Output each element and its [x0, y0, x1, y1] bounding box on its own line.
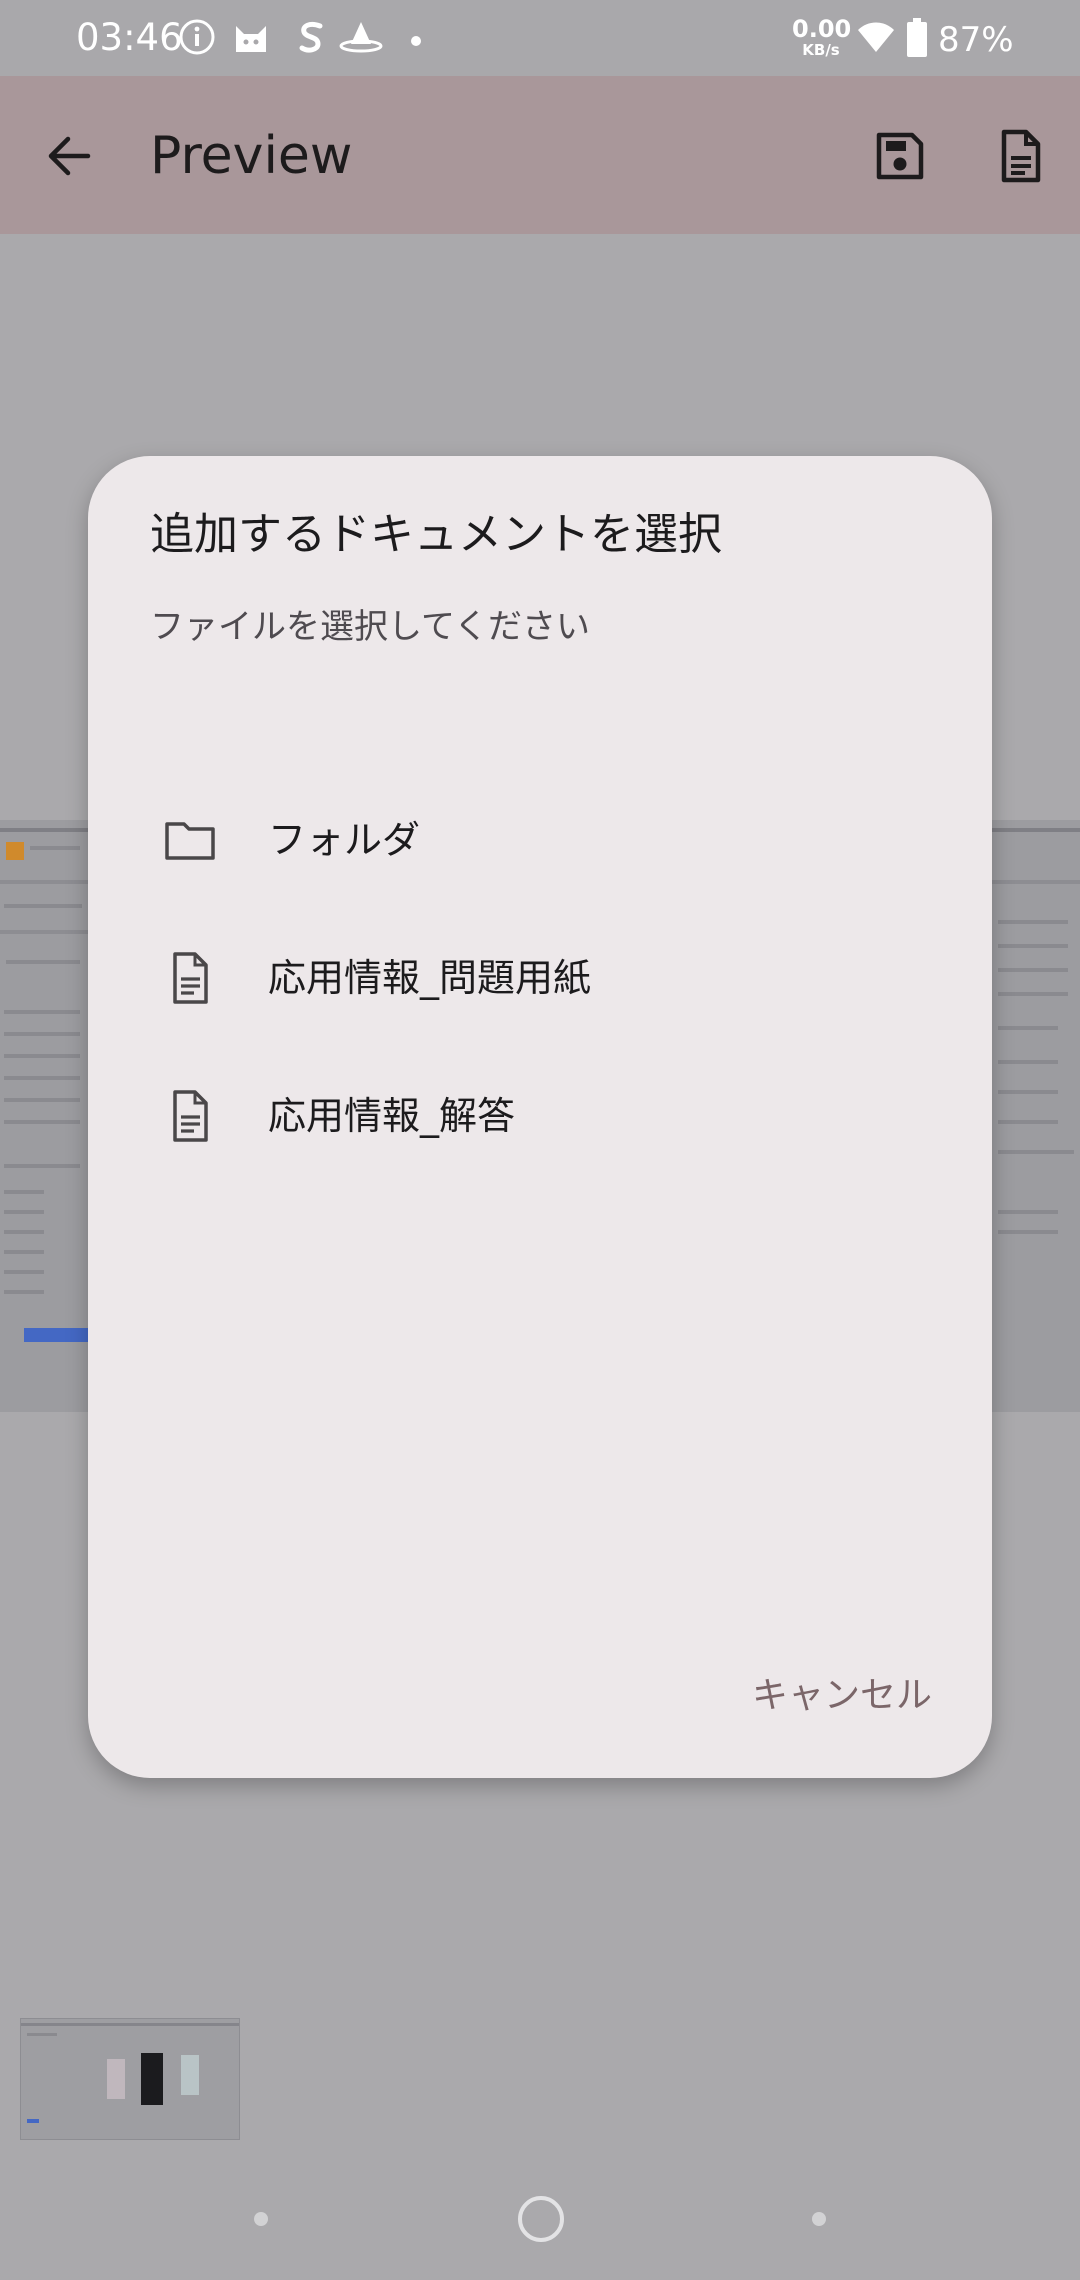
preview-page-left-edge — [0, 820, 88, 1412]
battery-percent: 87% — [938, 20, 1014, 60]
battery-icon — [906, 18, 928, 62]
info-icon — [178, 18, 216, 60]
list-item-document[interactable]: 応用情報_解答 — [88, 1056, 992, 1176]
status-time: 03:46 — [76, 16, 183, 59]
floppy-disk-icon — [876, 132, 924, 180]
network-speed-unit: KB/s — [802, 41, 840, 59]
cancel-button[interactable]: キャンセル — [712, 1656, 932, 1736]
folder-icon — [160, 810, 220, 870]
back-button[interactable] — [40, 126, 100, 186]
document-icon — [160, 948, 220, 1008]
cat-app-icon — [230, 18, 272, 60]
back-nav-button[interactable] — [812, 2212, 826, 2226]
document-button[interactable] — [990, 126, 1050, 186]
recent-apps-button[interactable] — [254, 2212, 268, 2226]
preview-page-right-edge — [992, 820, 1080, 1412]
page-title: Preview — [150, 126, 353, 186]
list-item-label: 応用情報_問題用紙 — [268, 956, 592, 1000]
list-item-label: フォルダ — [268, 818, 421, 862]
page-thumbnail[interactable] — [20, 2018, 240, 2140]
hat-app-icon — [338, 18, 384, 60]
select-document-dialog: 追加するドキュメントを選択 ファイルを選択してください フォルダ 応用情報_問題… — [88, 456, 992, 1778]
network-speed-value: 0.00 — [792, 15, 852, 43]
wifi-icon — [856, 20, 896, 58]
list-item-label: 応用情報_解答 — [268, 1094, 516, 1138]
arrow-left-icon — [48, 136, 91, 176]
home-button[interactable] — [518, 2196, 564, 2242]
app-bar: Preview — [0, 76, 1080, 234]
network-speed: 0.00 KB/s — [792, 15, 852, 59]
dot-icon — [410, 32, 422, 51]
save-button[interactable] — [870, 126, 930, 186]
dialog-subtitle: ファイルを選択してください — [150, 607, 590, 647]
document-icon — [1001, 129, 1041, 183]
list-item-folder[interactable]: フォルダ — [88, 780, 992, 900]
document-icon — [160, 1086, 220, 1146]
list-item-document[interactable]: 応用情報_問題用紙 — [88, 918, 992, 1038]
dialog-title: 追加するドキュメントを選択 — [150, 509, 722, 560]
s-app-icon — [296, 18, 326, 60]
status-bar: 03:46 0.00 KB/s 87% — [0, 0, 1080, 76]
